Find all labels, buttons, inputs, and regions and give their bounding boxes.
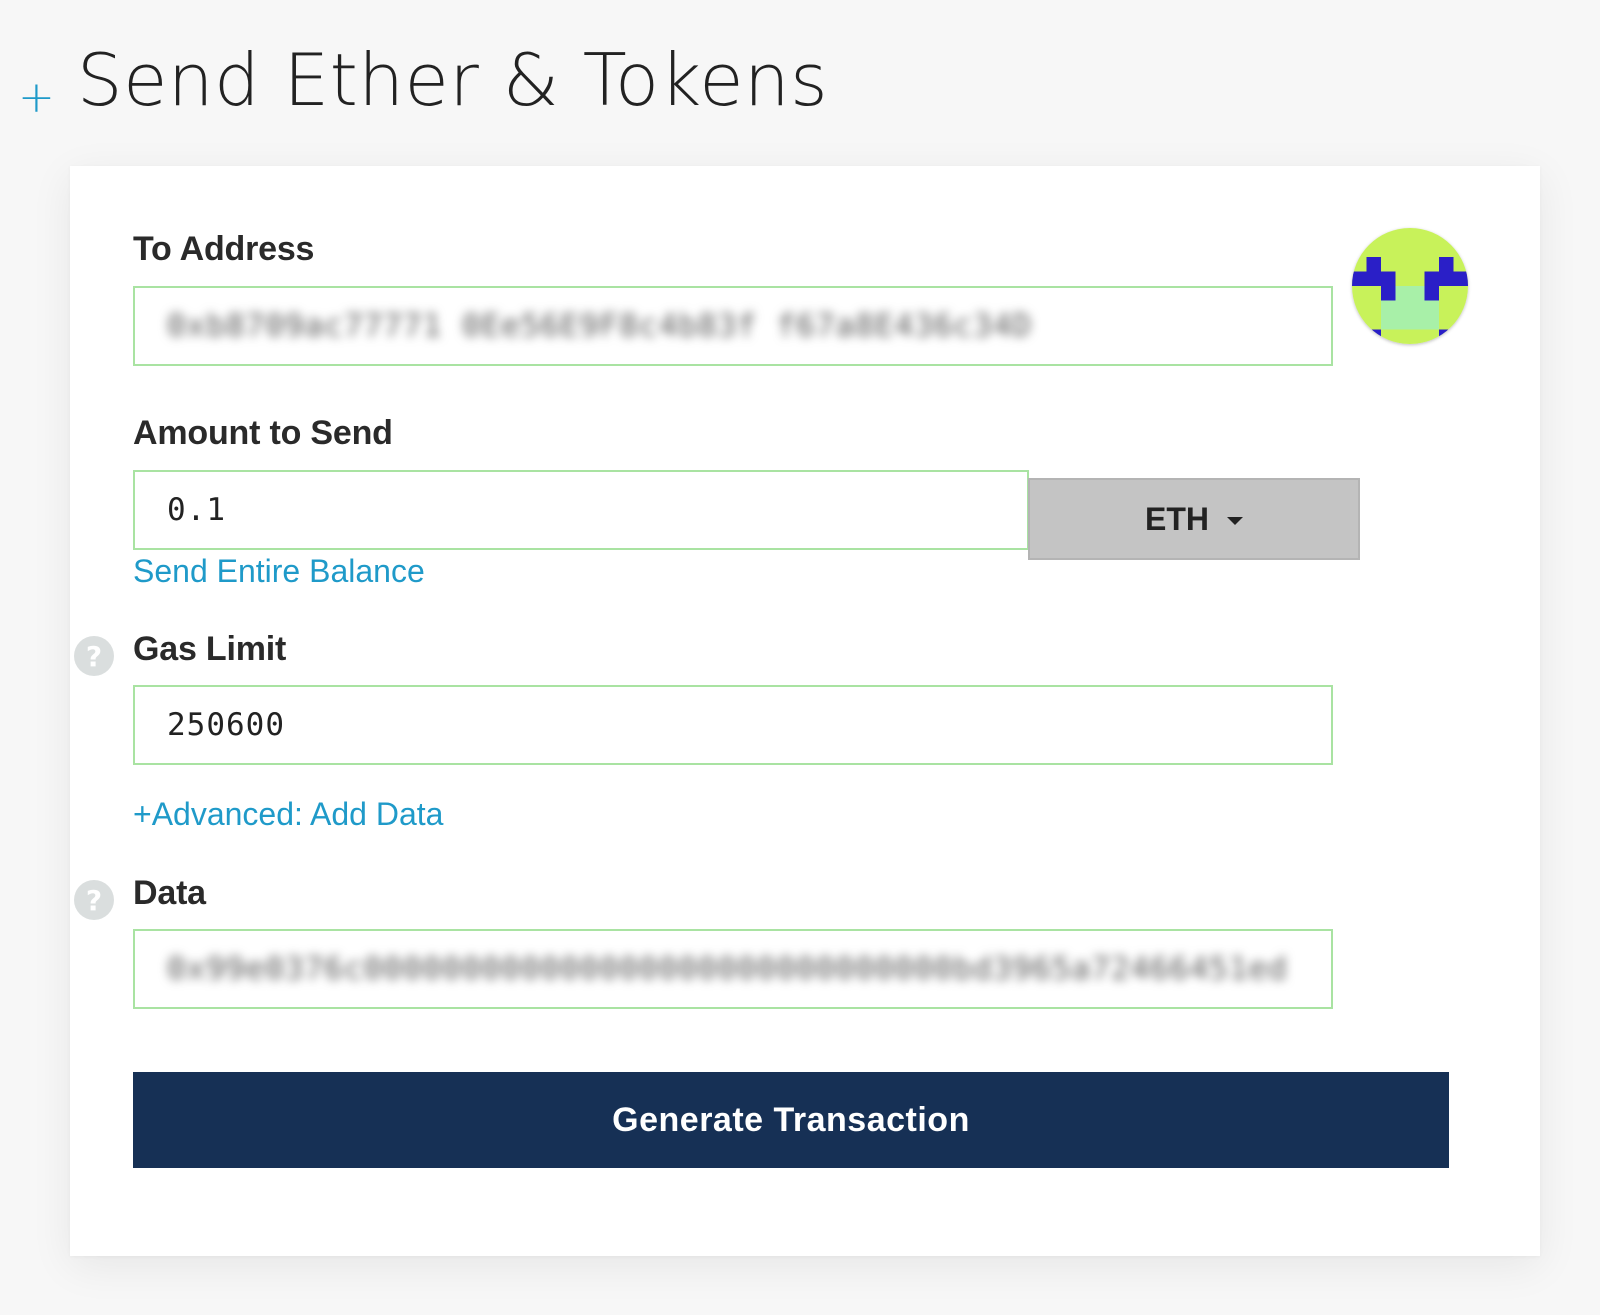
gas-limit-input[interactable]: 250600	[133, 685, 1333, 765]
to-address-input[interactable]: 0xb8709ac77771 0Ee56E9F8c4b83f f67a8E436…	[133, 286, 1333, 366]
generate-transaction-button[interactable]: Generate Transaction	[133, 1072, 1449, 1168]
data-value: 0x99e0376c000000000000000000000000000000…	[167, 951, 1288, 987]
data-label: Data	[133, 874, 206, 912]
caret-down-icon	[1227, 517, 1243, 525]
send-form-card: To Address 0xb8709ac77771 0Ee56E9F8c4b83…	[70, 166, 1540, 1256]
gas-limit-value: 250600	[167, 707, 285, 743]
data-help-icon[interactable]: ?	[74, 880, 114, 920]
plus-icon[interactable]: +	[18, 76, 55, 120]
to-address-label: To Address	[133, 230, 315, 268]
page-header: + Send Ether & Tokens	[18, 38, 828, 122]
amount-label: Amount to Send	[133, 414, 393, 452]
data-input[interactable]: 0x99e0376c000000000000000000000000000000…	[133, 929, 1333, 1009]
page-title: Send Ether & Tokens	[76, 38, 829, 122]
advanced-add-data-link[interactable]: +Advanced: Add Data	[133, 796, 443, 833]
unit-dropdown[interactable]: ETH	[1028, 478, 1360, 560]
unit-label: ETH	[1145, 500, 1209, 537]
gas-limit-help-icon[interactable]: ?	[74, 636, 114, 676]
identicon-avatar	[1352, 228, 1468, 344]
amount-value: 0.1	[167, 492, 226, 528]
send-entire-balance-link[interactable]: Send Entire Balance	[133, 553, 425, 590]
amount-input[interactable]: 0.1	[133, 470, 1029, 550]
to-address-value: 0xb8709ac77771 0Ee56E9F8c4b83f f67a8E436…	[167, 308, 1033, 344]
gas-limit-label: Gas Limit	[133, 630, 287, 668]
